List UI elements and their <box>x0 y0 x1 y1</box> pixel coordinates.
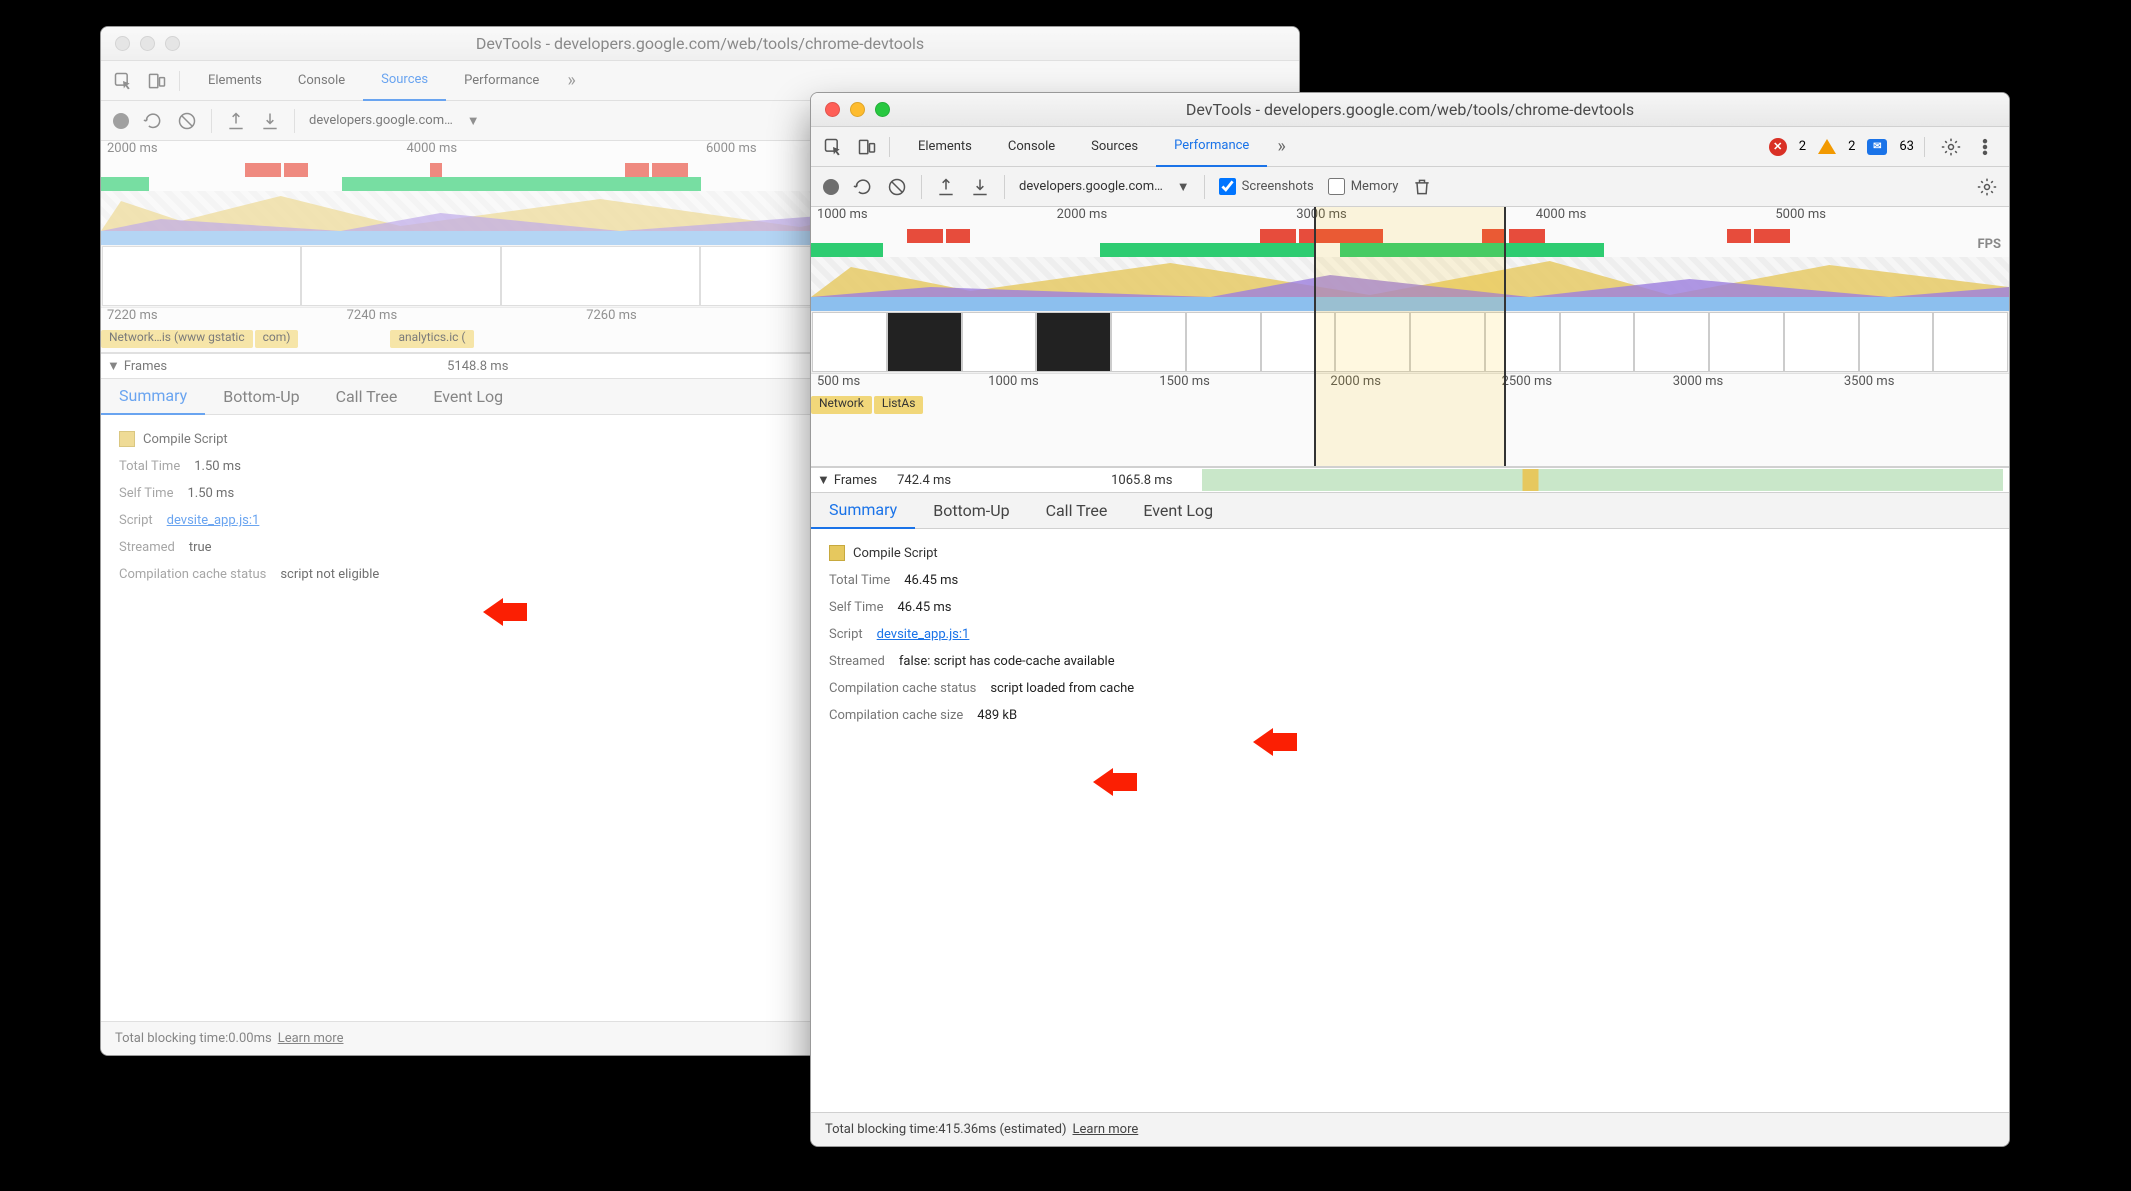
tab-event-log[interactable]: Event Log <box>1125 493 1231 529</box>
script-link[interactable]: devsite_app.js:1 <box>877 627 970 642</box>
overview-timeline[interactable]: 1000 ms 2000 ms 3000 ms 4000 ms 5000 ms … <box>811 207 2009 467</box>
frame-time-2: 1065.8 ms <box>1111 473 1172 488</box>
tbt-prefix: Total blocking time: <box>825 1122 938 1137</box>
annotation-arrow <box>1093 765 1141 799</box>
gear-icon[interactable] <box>1941 137 1961 157</box>
message-icon: ✉ <box>1867 139 1887 155</box>
main-tabs: Elements Console Sources Performance » ✕… <box>811 127 2009 167</box>
window-title: DevTools - developers.google.com/web/too… <box>811 100 2009 119</box>
maximize-icon[interactable] <box>875 102 890 117</box>
devtools-window-front: DevTools - developers.google.com/web/too… <box>810 92 2010 1147</box>
close-icon[interactable] <box>825 102 840 117</box>
traffic-lights <box>825 102 890 117</box>
tab-bottom-up[interactable]: Bottom-Up <box>915 493 1027 529</box>
gear-icon[interactable] <box>1977 177 1997 197</box>
profile-url[interactable]: developers.google.com… <box>1019 179 1163 194</box>
frames-label: Frames <box>834 473 877 488</box>
learn-more-link[interactable]: Learn more <box>1073 1122 1139 1137</box>
footer: Total blocking time: 415.36ms (estimated… <box>811 1112 2009 1146</box>
kebab-icon[interactable] <box>1975 137 1995 157</box>
inspect-element-icon[interactable] <box>823 137 843 157</box>
reload-icon[interactable] <box>853 177 873 197</box>
error-icon: ✕ <box>1769 138 1787 156</box>
script-color-swatch <box>829 545 845 561</box>
upload-icon[interactable] <box>936 177 956 197</box>
console-counts[interactable]: ✕2 2 ✉63 <box>1759 138 1924 156</box>
titlebar: DevTools - developers.google.com/web/too… <box>811 93 2009 127</box>
tab-console[interactable]: Console <box>990 127 1073 167</box>
summary-body: Compile Script Total Time46.45 ms Self T… <box>811 529 2009 1112</box>
record-button[interactable] <box>823 179 839 195</box>
clear-icon[interactable] <box>887 177 907 197</box>
tab-performance[interactable]: Performance <box>1156 127 1267 167</box>
detail-tabs: Summary Bottom-Up Call Tree Event Log <box>811 493 2009 529</box>
warning-icon <box>1818 139 1836 154</box>
frames-row[interactable]: ▼Frames 742.4 ms 1065.8 ms <box>811 467 2009 493</box>
profile-dropdown-icon[interactable]: ▼ <box>1177 179 1190 195</box>
device-toggle-icon[interactable] <box>857 137 877 157</box>
trash-icon[interactable] <box>1412 177 1432 197</box>
tab-sources[interactable]: Sources <box>1073 127 1156 167</box>
minimize-icon[interactable] <box>850 102 865 117</box>
tbt-value: 415.36ms (estimated) <box>938 1122 1066 1137</box>
perf-toolbar: developers.google.com… ▼ Screenshots Mem… <box>811 167 2009 207</box>
tab-summary[interactable]: Summary <box>811 493 915 529</box>
annotation-arrow <box>1253 725 1301 759</box>
tab-call-tree[interactable]: Call Tree <box>1028 493 1126 529</box>
tab-elements[interactable]: Elements <box>900 127 990 167</box>
screenshots-checkbox[interactable]: Screenshots <box>1219 178 1314 195</box>
memory-checkbox[interactable]: Memory <box>1328 178 1399 195</box>
event-title: Compile Script <box>853 546 938 561</box>
more-tabs-icon[interactable]: » <box>1267 136 1295 157</box>
frame-time-1: 742.4 ms <box>897 473 951 488</box>
download-icon[interactable] <box>970 177 990 197</box>
